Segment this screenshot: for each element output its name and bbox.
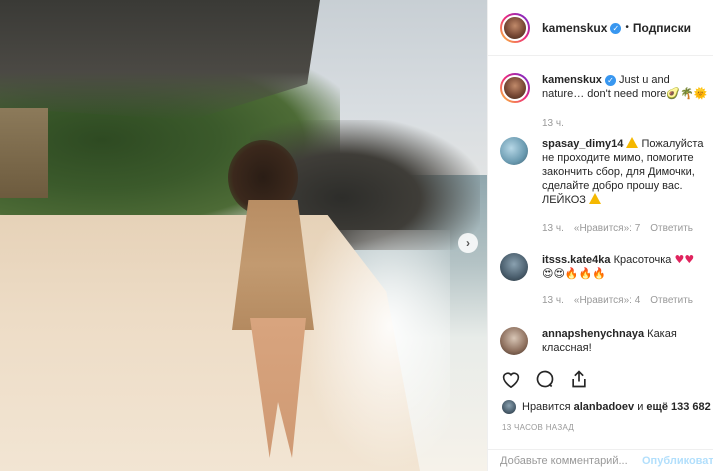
warning-icon: [626, 137, 639, 148]
comment-username[interactable]: spasay_dimy14: [542, 138, 623, 150]
comment-likes[interactable]: «Нравится»: 4: [574, 295, 640, 306]
comment-icon[interactable]: [534, 368, 556, 390]
reply-button[interactable]: Ответить: [650, 223, 693, 234]
publish-button[interactable]: Опубликовать: [642, 455, 713, 467]
following-button[interactable]: Подписки: [633, 21, 691, 35]
caption-meta: 13 ч.: [542, 118, 564, 129]
photo-hut: [0, 108, 48, 198]
post-photo[interactable]: ›: [0, 0, 487, 471]
comment-meta: 13 ч. «Нравится»: 4 Ответить: [542, 295, 693, 306]
comments-list[interactable]: kamenskux ✓ Just u and nature… don't need…: [488, 57, 713, 360]
comment-username[interactable]: annapshenychnaya: [542, 328, 644, 340]
comment-text: Красоточка: [613, 254, 672, 266]
caption-time[interactable]: 13 ч.: [542, 118, 564, 129]
liker-username[interactable]: alanbadoev: [574, 401, 635, 413]
add-comment-bar: Опубликовать: [488, 449, 713, 471]
comment-emoji: 😍😍🔥🔥🔥: [542, 267, 607, 280]
caption-entry: kamenskux ✓ Just u and nature… don't need…: [500, 73, 710, 103]
comment-meta: 13 ч. «Нравится»: 7 Ответить: [542, 223, 693, 234]
verified-icon: ✓: [610, 22, 622, 34]
author-avatar[interactable]: [500, 12, 530, 43]
comment-body: itsss.kate4ka Красоточка ♥♥ 😍😍🔥🔥🔥: [542, 253, 710, 281]
commenter-avatar[interactable]: [500, 253, 528, 281]
commenter-avatar[interactable]: [500, 327, 528, 355]
comment-item: itsss.kate4ka Красоточка ♥♥ 😍😍🔥🔥🔥: [500, 253, 710, 281]
caption-username[interactable]: kamenskux ✓: [542, 74, 616, 86]
warning-icon: [589, 193, 602, 204]
carousel-next-button[interactable]: ›: [458, 233, 478, 253]
photo-foam: [300, 230, 450, 471]
share-icon[interactable]: [568, 368, 590, 390]
likes-and: и: [637, 401, 644, 413]
post-actions: [500, 368, 590, 390]
likes-count[interactable]: ещё 133 682: [646, 401, 710, 413]
commenter-avatar[interactable]: [500, 137, 528, 165]
liker-avatar[interactable]: [502, 400, 516, 414]
caption-avatar[interactable]: [500, 73, 530, 103]
likes-prefix: Нравится: [522, 401, 571, 413]
author-username[interactable]: kamenskux ✓: [542, 21, 622, 35]
comment-time[interactable]: 13 ч.: [542, 223, 564, 234]
post-header: kamenskux ✓ • Подписки: [488, 0, 713, 56]
comment-input[interactable]: [500, 454, 642, 467]
post-side-panel: kamenskux ✓ • Подписки kamenskux ✓ Just u …: [487, 0, 713, 471]
post-time-ago[interactable]: 13 ЧАСОВ НАЗАД: [502, 423, 574, 432]
comment-item: annapshenychnaya Какая классная!: [500, 327, 710, 355]
verified-icon: ✓: [604, 74, 616, 86]
heart-emoji: ♥♥: [674, 253, 695, 266]
caption-body: kamenskux ✓ Just u and nature… don't need…: [542, 73, 710, 103]
comment-body: spasay_dimy14 Пожалуйста не проходите ми…: [542, 137, 710, 207]
header-separator: •: [625, 22, 629, 33]
comment-time[interactable]: 13 ч.: [542, 295, 564, 306]
comment-body: annapshenychnaya Какая классная!: [542, 327, 710, 355]
caption-emoji: 🥑🌴🌞: [666, 87, 708, 100]
comment-username[interactable]: itsss.kate4ka: [542, 254, 611, 266]
comment-likes[interactable]: «Нравится»: 7: [574, 223, 640, 234]
reply-button[interactable]: Ответить: [650, 295, 693, 306]
heart-icon[interactable]: [500, 368, 522, 390]
comment-item: spasay_dimy14 Пожалуйста не проходите ми…: [500, 137, 710, 207]
likes-summary: Нравится alanbadoev и ещё 133 682: [502, 400, 711, 414]
